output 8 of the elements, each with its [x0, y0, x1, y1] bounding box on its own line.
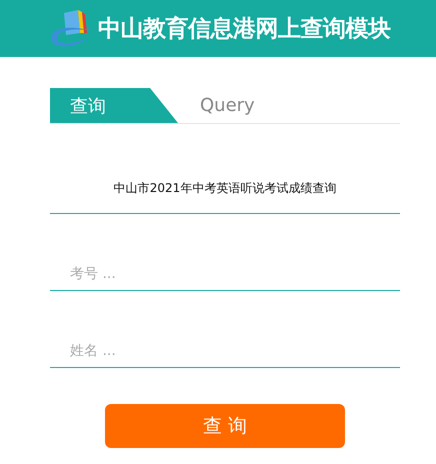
tab[interactable]: Query [178, 88, 255, 123]
form-subtitle: 中山市2021年中考英语听说考试成绩查询 [50, 180, 400, 214]
input-field[interactable]: 姓名 ... [50, 331, 400, 368]
tab[interactable]: 查询 [50, 88, 178, 123]
query-button[interactable]: 查 询 [105, 404, 345, 448]
site-title: 中山教育信息港网上查询模块 [98, 14, 390, 44]
input-field[interactable]: 考号 ... [50, 254, 400, 291]
book-logo-icon [48, 8, 94, 48]
